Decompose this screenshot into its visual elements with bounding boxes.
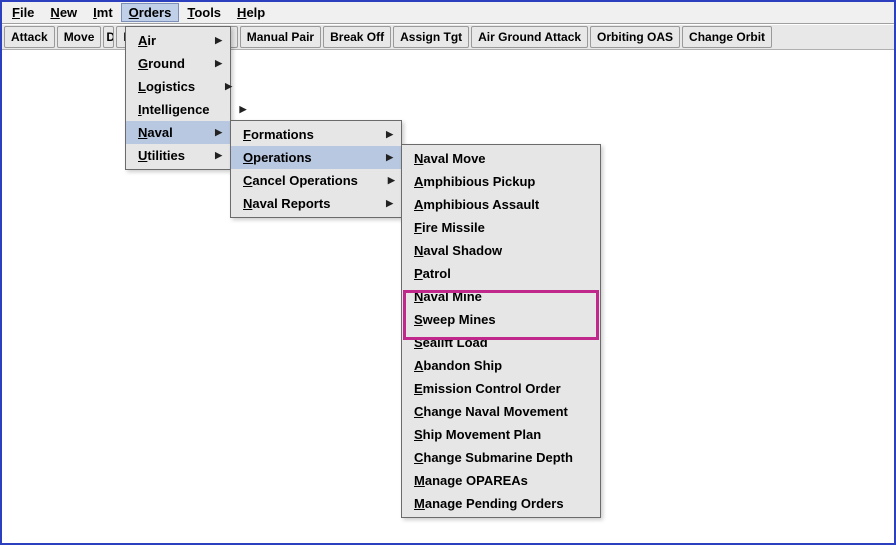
toolbar-btn-manual-pair[interactable]: Manual Pair: [240, 26, 321, 48]
menu-item-label: Change Submarine Depth: [414, 450, 573, 465]
toolbar-btn-d[interactable]: D: [103, 26, 114, 48]
submenu-arrow-icon: ▶: [240, 104, 247, 115]
menu-item-operations[interactable]: Operations ▶: [231, 146, 401, 169]
menu-item-label: Logistics: [138, 79, 195, 94]
menu-item-label: Amphibious Assault: [414, 197, 539, 212]
menu-item-naval-move[interactable]: Naval Move: [402, 147, 600, 170]
menu-tools[interactable]: Tools: [179, 3, 229, 22]
menu-item-emission-control-order[interactable]: Emission Control Order: [402, 377, 600, 400]
submenu-arrow-icon: ▶: [388, 175, 395, 186]
submenu-arrow-icon: ▶: [386, 198, 393, 209]
menu-item-label: Ship Movement Plan: [414, 427, 541, 442]
menu-item-label: Manage Pending Orders: [414, 496, 564, 511]
menu-item-label: Intelligence: [138, 102, 210, 117]
menu-item-label: Air: [138, 33, 156, 48]
menu-item-change-submarine-depth[interactable]: Change Submarine Depth: [402, 446, 600, 469]
submenu-arrow-icon: ▶: [215, 127, 222, 138]
toolbar-btn-change-orbit[interactable]: Change Orbit: [682, 26, 772, 48]
menu-item-patrol[interactable]: Patrol: [402, 262, 600, 285]
menu-item-change-naval-movement[interactable]: Change Naval Movement: [402, 400, 600, 423]
menu-item-intelligence[interactable]: Intelligence▶: [126, 98, 230, 121]
menu-item-ground[interactable]: Ground ▶: [126, 52, 230, 75]
menu-item-abandon-ship[interactable]: Abandon Ship: [402, 354, 600, 377]
menu-item-naval-shadow[interactable]: Naval Shadow: [402, 239, 600, 262]
menu-item-manage-opareas[interactable]: Manage OPAREAs: [402, 469, 600, 492]
menu-item-label: Naval Mine: [414, 289, 482, 304]
submenu-arrow-icon: ▶: [215, 150, 222, 161]
menu-item-label: Patrol: [414, 266, 451, 281]
orders-dropdown: Air▶Ground▶Logistics▶Intelligence▶Naval▶…: [125, 26, 231, 170]
menu-item-logistics[interactable]: Logistics ▶: [126, 75, 230, 98]
menu-item-ship-movement-plan[interactable]: Ship Movement Plan: [402, 423, 600, 446]
menu-item-label: Manage OPAREAs: [414, 473, 528, 488]
operations-submenu: Naval Move Amphibious Pickup Amphibious As…: [401, 144, 601, 518]
menu-item-label: Sealift Load: [414, 335, 488, 350]
menu-item-label: Utilities: [138, 148, 185, 163]
toolbar-btn-assign-tgt[interactable]: Assign Tgt: [393, 26, 469, 48]
menu-new[interactable]: New: [42, 3, 85, 22]
menu-item-label: Amphibious Pickup: [414, 174, 535, 189]
menu-item-label: Emission Control Order: [414, 381, 561, 396]
toolbar-btn-move[interactable]: Move: [57, 26, 102, 48]
menu-file[interactable]: File: [4, 3, 42, 22]
menu-item-label: Naval: [138, 125, 173, 140]
menu-item-formations[interactable]: Formations ▶: [231, 123, 401, 146]
menu-item-label: Naval Shadow: [414, 243, 502, 258]
menu-item-naval-reports[interactable]: Naval Reports ▶: [231, 192, 401, 215]
menu-item-label: Cancel Operations: [243, 173, 358, 188]
menu-item-naval-mine[interactable]: Naval Mine: [402, 285, 600, 308]
menu-item-manage-pending-orders[interactable]: Manage Pending Orders: [402, 492, 600, 515]
menu-item-utilities[interactable]: Utilities ▶: [126, 144, 230, 167]
menu-item-label: Naval Move: [414, 151, 486, 166]
submenu-arrow-icon: ▶: [225, 81, 232, 92]
toolbar-btn-break-off[interactable]: Break Off: [323, 26, 391, 48]
menu-item-sweep-mines[interactable]: Sweep Mines: [402, 308, 600, 331]
toolbar-btn-attack[interactable]: Attack: [4, 26, 55, 48]
menu-orders[interactable]: Orders: [121, 3, 180, 22]
toolbar-btn-air-ground-attack[interactable]: Air Ground Attack: [471, 26, 588, 48]
menu-item-label: Fire Missile: [414, 220, 485, 235]
menu-item-label: Sweep Mines: [414, 312, 496, 327]
menu-item-naval[interactable]: Naval ▶: [126, 121, 230, 144]
menu-help[interactable]: Help: [229, 3, 273, 22]
submenu-arrow-icon: ▶: [386, 152, 393, 163]
menu-item-label: Ground: [138, 56, 185, 71]
submenu-arrow-icon: ▶: [386, 129, 393, 140]
menu-item-sealift-load[interactable]: Sealift Load: [402, 331, 600, 354]
menu-item-air[interactable]: Air ▶: [126, 29, 230, 52]
menu-imt[interactable]: Imt: [85, 3, 121, 22]
menu-item-amphibious-pickup[interactable]: Amphibious Pickup: [402, 170, 600, 193]
menu-item-label: Abandon Ship: [414, 358, 502, 373]
menu-item-label: Change Naval Movement: [414, 404, 568, 419]
submenu-arrow-icon: ▶: [215, 35, 222, 46]
menu-item-fire-missile[interactable]: Fire Missile: [402, 216, 600, 239]
toolbar-btn-orbiting-oas[interactable]: Orbiting OAS: [590, 26, 680, 48]
menu-item-label: Operations: [243, 150, 312, 165]
menu-item-cancel-operations[interactable]: Cancel Operations ▶: [231, 169, 401, 192]
menu-item-label: Formations: [243, 127, 314, 142]
menu-item-label: Naval Reports: [243, 196, 330, 211]
menu-item-amphibious-assault[interactable]: Amphibious Assault: [402, 193, 600, 216]
submenu-arrow-icon: ▶: [215, 58, 222, 69]
menu-bar: FileNewImtOrdersToolsHelp: [2, 2, 894, 24]
naval-submenu: Formations ▶ Operations ▶ Cancel Operations ▶…: [230, 120, 402, 218]
